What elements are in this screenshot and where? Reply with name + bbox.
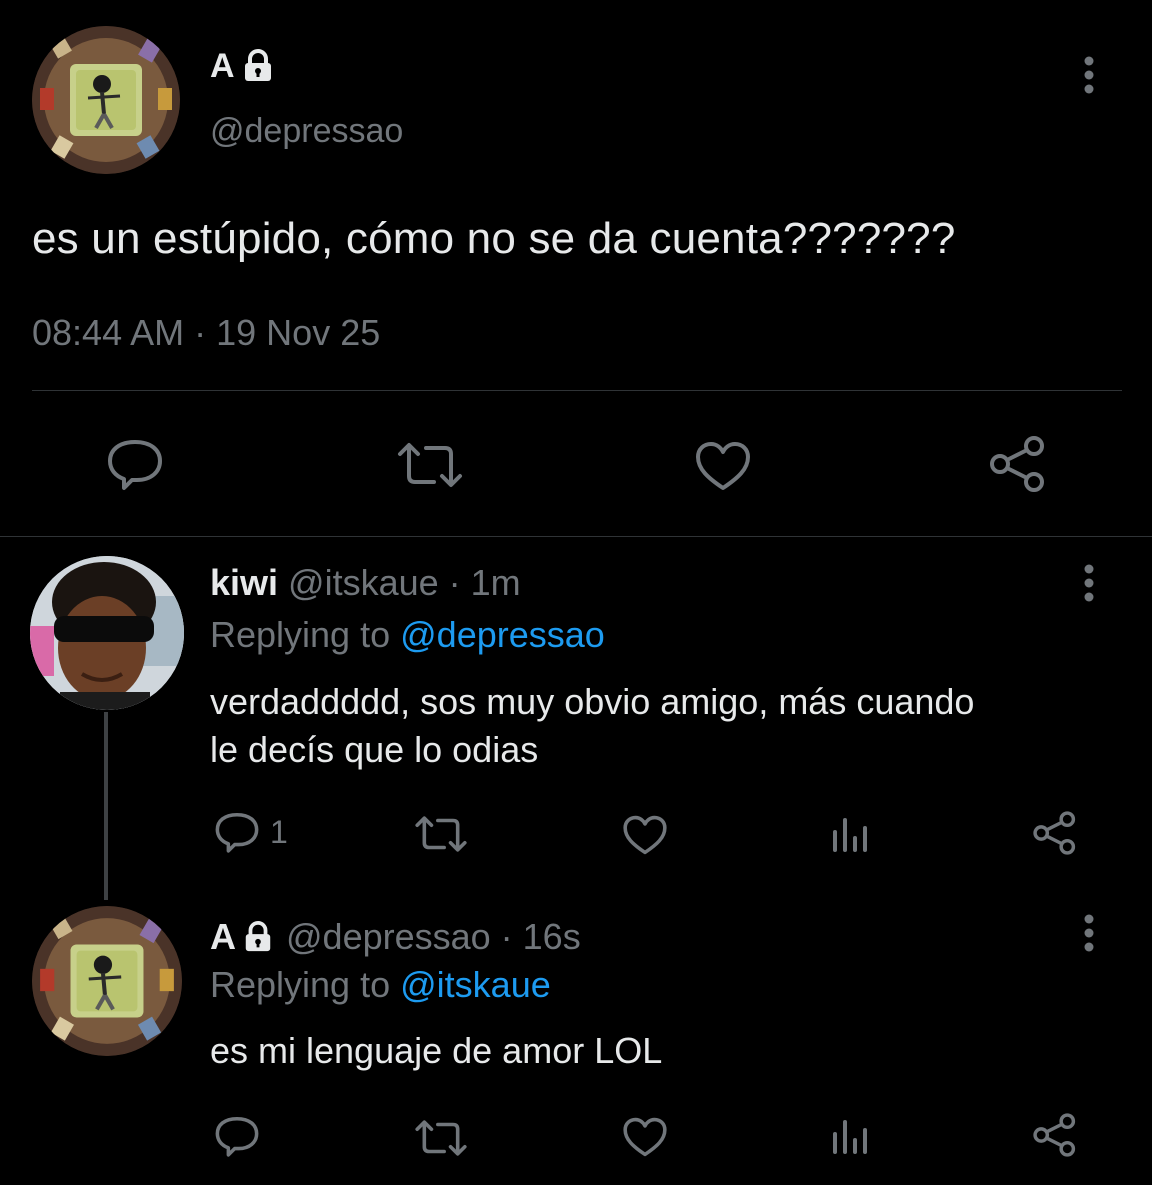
avatar-reply2-author[interactable] [32,906,182,1056]
main-author-handle[interactable]: @depressao [210,112,403,151]
reply1-reply-count: 1 [270,813,288,850]
meta-separator: · [194,312,207,353]
reply2-replying-to: Replying to @itskaue [210,964,551,1006]
like-icon [696,442,750,490]
avatar-main-author[interactable] [32,26,180,174]
reply1-text-line2: le decís que lo odias [210,729,539,770]
share-icon [990,436,1044,492]
reply1-text: verdaddddd, sos muy obvio amigo, más cua… [210,678,974,774]
reply1-text-line1: verdaddddd, sos muy obvio amigo, más cua… [210,681,975,722]
thread-divider [0,536,1152,537]
reply1-replying-to: Replying to @depressao [210,614,605,656]
reply2-author-name[interactable]: A [210,916,236,958]
more-vertical-icon [1084,56,1094,94]
main-author-name-row: A [210,46,275,86]
replying-to-link[interactable]: @depressao [400,614,605,655]
reply-icon [215,812,259,853]
like-icon [623,1117,667,1157]
avatar-kiwi[interactable] [30,556,184,710]
views-icon [833,1120,867,1154]
reply1-author-name[interactable]: kiwi [210,562,278,603]
main-share-button[interactable] [988,434,1048,494]
reply1-author-handle[interactable]: @itskaue [288,562,439,603]
reply2-author-handle[interactable]: @depressao [286,916,491,958]
more-vertical-icon [1084,914,1094,952]
reply1-time[interactable]: · 1m [449,562,521,603]
main-tweet-timestamp[interactable]: 08:44 AM [32,312,184,353]
reply1-reply-button[interactable]: 1 [214,810,288,854]
reply1-like-button[interactable] [622,814,668,856]
reply1-retweet-button[interactable] [414,814,468,854]
thread-connector-line [104,712,108,900]
main-tweet-text: es un estúpido, cómo no se da cuenta????… [32,214,956,263]
lock-icon [241,49,275,83]
main-like-button[interactable] [694,440,752,492]
retweet-icon [415,1120,467,1156]
main-retweet-button[interactable] [396,440,464,490]
main-tweet-date[interactable]: 19 Nov 25 [216,312,380,353]
reply2-like-button[interactable] [622,1116,668,1158]
reply2-views-button[interactable] [830,1116,870,1156]
reply1-header: kiwi @itskaue · 1m [210,562,521,604]
more-vertical-icon [1084,564,1094,602]
more-options-reply1[interactable] [1074,564,1104,602]
replying-to-link[interactable]: @itskaue [400,964,551,1005]
replying-to-label: Replying to [210,964,391,1005]
views-icon [833,818,867,852]
reply2-share-button[interactable] [1032,1112,1078,1158]
reply2-header: A @depressao · 16s [210,916,581,958]
reply2-retweet-button[interactable] [414,1118,468,1158]
reply-icon [108,440,162,490]
main-reply-button[interactable] [106,436,164,492]
reply1-views-button[interactable] [830,814,870,854]
share-icon [1033,811,1076,855]
reply-icon [215,1116,259,1157]
like-icon [623,815,667,855]
replying-to-label: Replying to [210,614,391,655]
reply2-time[interactable]: · 16s [501,916,581,958]
share-icon [1033,1113,1076,1157]
more-options-reply2[interactable] [1074,914,1104,952]
main-author-name[interactable]: A [210,47,235,86]
reply2-reply-button[interactable] [214,1114,260,1158]
reply2-text: es mi lenguaje de amor LOL [210,1030,663,1071]
main-tweet-divider [32,390,1122,391]
retweet-icon [398,443,462,487]
more-options-main[interactable] [1074,56,1104,94]
main-tweet-meta: 08:44 AM · 19 Nov 25 [32,312,380,354]
retweet-icon [415,816,467,852]
lock-icon [242,921,274,953]
reply1-share-button[interactable] [1032,810,1078,856]
